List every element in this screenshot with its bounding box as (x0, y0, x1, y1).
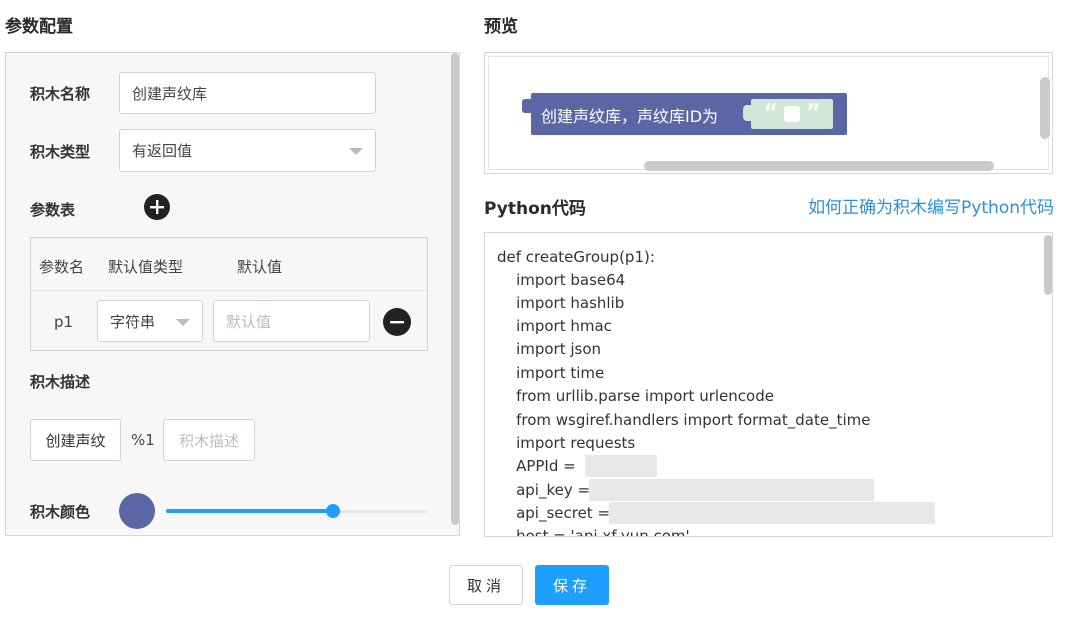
save-button[interactable]: 保存 (535, 565, 609, 605)
code-line: api_secret = (497, 504, 615, 522)
desc-label: 积木描述 (30, 373, 91, 391)
params-header-type: 默认值类型 (108, 258, 184, 276)
preview-block-text: 创建声纹库，声纹库ID为 (541, 107, 719, 126)
block-type-select[interactable]: 有返回值 (119, 129, 376, 172)
chevron-down-icon (176, 319, 190, 326)
desc-param-token: %1 (131, 431, 155, 449)
code-line: import requests (497, 434, 636, 452)
code-line: import hashlib (497, 294, 625, 312)
config-scrollbar[interactable] (451, 53, 459, 525)
redacted-app-id (585, 455, 657, 477)
code-line: import json (497, 340, 602, 358)
config-title: 参数配置 (5, 17, 73, 37)
preview-title: 预览 (484, 17, 518, 37)
code-line: api_key = (497, 481, 595, 499)
cancel-button[interactable]: 取消 (449, 565, 523, 605)
preview-canvas: 创建声纹库，声纹库ID为 “ ” (488, 56, 1050, 171)
string-slot[interactable] (784, 106, 800, 122)
code-line: import base64 (497, 271, 626, 289)
table-divider (31, 290, 427, 291)
block-name-label: 积木名称 (30, 85, 91, 103)
params-header-name: 参数名 (39, 258, 85, 276)
color-slider-handle[interactable] (326, 504, 341, 518)
code-line: from urllib.parse import urlencode (497, 387, 774, 405)
preview-vertical-scrollbar[interactable] (1040, 77, 1050, 139)
add-param-button[interactable] (144, 194, 170, 220)
color-slider-fill (166, 509, 334, 513)
param-type-value: 字符串 (110, 312, 156, 331)
code-line: import hmac (497, 317, 612, 335)
plus-icon (150, 200, 164, 214)
code-title: Python代码 (484, 199, 586, 219)
open-quote: “ (763, 101, 778, 126)
close-quote: ” (806, 101, 821, 126)
config-panel: 积木名称 创建声纹库 积木类型 有返回值 参数表 参数名 默认值类型 默认值 p… (5, 52, 460, 536)
param-default-input[interactable]: 默认值 (213, 300, 370, 342)
redacted-api-key (589, 479, 874, 501)
block-type-label: 积木类型 (30, 143, 91, 161)
param-type-select[interactable]: 字符串 (97, 300, 203, 342)
block-name-input[interactable]: 创建声纹库 (119, 72, 376, 114)
redacted-api-secret (609, 502, 935, 524)
params-header-default: 默认值 (237, 258, 283, 276)
code-line: from wsgiref.handlers import format_date… (497, 411, 871, 429)
code-line: host = 'api.xf-yun.com' (497, 527, 690, 537)
params-label: 参数表 (30, 201, 76, 219)
preview-block[interactable]: 创建声纹库，声纹库ID为 “ ” (531, 93, 847, 135)
remove-param-button[interactable] (383, 308, 411, 336)
code-line: def createGroup(p1): (497, 248, 655, 266)
code-editor[interactable]: def createGroup(p1): import base64 impor… (484, 232, 1053, 537)
minus-icon (390, 321, 404, 324)
python-help-link[interactable]: 如何正确为积木编写Python代码 (808, 193, 1054, 218)
desc-text-chip[interactable]: 创建声纹 (30, 419, 121, 461)
color-label: 积木颜色 (30, 503, 91, 521)
preview-horizontal-scrollbar[interactable] (644, 161, 994, 171)
code-scrollbar[interactable] (1044, 235, 1052, 295)
params-table: 参数名 默认值类型 默认值 p1 字符串 默认值 (30, 237, 428, 351)
preview-panel: 创建声纹库，声纹库ID为 “ ” (484, 52, 1053, 174)
block-type-value: 有返回值 (132, 142, 193, 160)
chevron-down-icon (349, 148, 363, 155)
color-swatch[interactable] (119, 493, 155, 529)
code-line: import time (497, 364, 605, 382)
code-line: APPId = (497, 457, 581, 475)
preview-string-block[interactable]: “ ” (751, 99, 833, 129)
desc-input[interactable]: 积木描述 (163, 419, 255, 461)
param-row-name: p1 (54, 313, 74, 331)
